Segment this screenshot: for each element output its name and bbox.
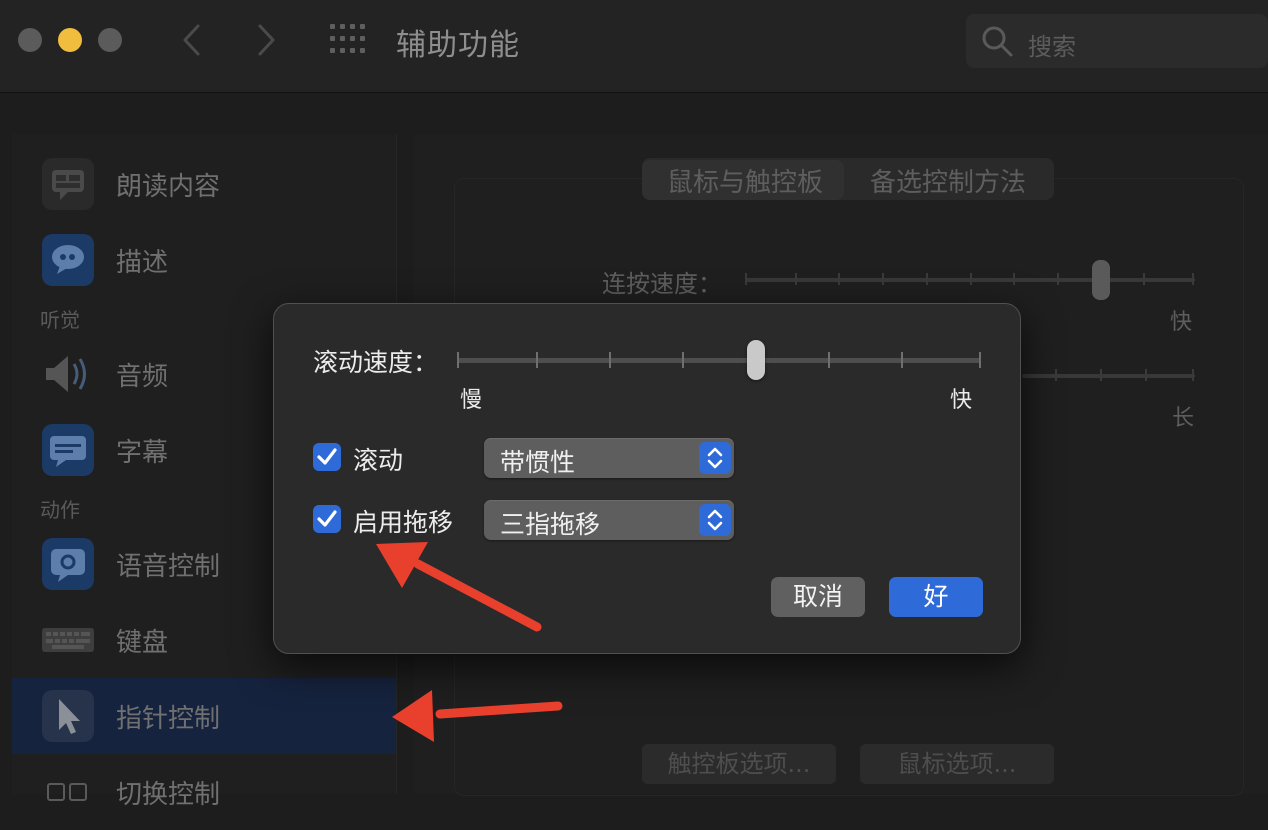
scroll-mode-popup[interactable]: 带惯性 [484, 438, 734, 478]
quote-bubble-icon [42, 234, 94, 286]
enable-dragging-checkbox[interactable] [313, 505, 341, 533]
up-down-chevron-icon [707, 509, 723, 531]
slider-tick [926, 273, 928, 285]
sidebar-item-label: 指针控制 [116, 704, 221, 734]
long-label: 长 [1172, 406, 1195, 431]
speaker-icon [46, 356, 86, 392]
voice-control-icon [42, 538, 94, 590]
slider-tick [1100, 369, 1102, 381]
sidebar-item-label: 朗读内容 [116, 172, 221, 202]
sidebar-item-spoken-content[interactable]: 朗读内容 [12, 146, 396, 222]
slider-tick [970, 273, 972, 285]
title-bar: 辅助功能 搜索 [0, 0, 1268, 93]
close-window-button[interactable] [18, 28, 42, 52]
slider-tick [1013, 273, 1015, 285]
sidebar-item-label: 字幕 [116, 438, 169, 468]
window-title: 辅助功能 [396, 28, 520, 63]
zoom-window-button[interactable] [98, 28, 122, 52]
slider-tick [1143, 273, 1145, 285]
slider-tick [745, 273, 747, 285]
slider-tick [795, 273, 797, 285]
keyboard-icon [42, 628, 94, 652]
scroll-speed-knob[interactable] [747, 340, 765, 380]
scroll-checkbox[interactable] [313, 443, 341, 471]
section-header-motor: 动作 [40, 498, 80, 522]
sidebar-item-label: 描述 [116, 248, 169, 278]
search-icon [982, 26, 1013, 57]
sidebar-item-label: 切换控制 [116, 780, 221, 810]
trackpad-options-button[interactable]: 触控板选项... [642, 744, 836, 784]
speech-bubble-icon [42, 158, 94, 210]
double-click-speed-label: 连按速度： [602, 270, 722, 298]
slider-tick [536, 352, 538, 368]
slider-tick [1192, 369, 1194, 381]
sidebar-item-label: 键盘 [116, 628, 169, 658]
slider-tick [901, 352, 903, 368]
slider-tick [882, 273, 884, 285]
show-all-grid-icon[interactable] [330, 24, 366, 56]
popup-arrows [699, 504, 731, 536]
sidebar-item-switch-control[interactable]: 切换控制 [12, 754, 396, 830]
back-button[interactable] [172, 20, 212, 60]
checkmark-icon [317, 510, 337, 527]
forward-button[interactable] [246, 20, 286, 60]
slider-tick [979, 352, 981, 368]
up-down-chevron-icon [707, 447, 723, 469]
section-header-hearing: 听觉 [40, 308, 80, 332]
double-click-speed-knob[interactable] [1092, 260, 1110, 300]
spring-loading-delay-slider[interactable] [1022, 374, 1195, 378]
ok-button[interactable]: 好 [889, 577, 983, 617]
scroll-checkbox-label: 滚动 [353, 446, 404, 475]
drag-mode-popup[interactable]: 三指拖移 [484, 500, 734, 540]
minimize-window-button[interactable] [58, 28, 82, 52]
sidebar-item-label: 音频 [116, 362, 169, 392]
drag-mode-value: 三指拖移 [500, 510, 601, 539]
popup-arrows [699, 442, 731, 474]
enable-dragging-label: 启用拖移 [353, 508, 454, 537]
cancel-button[interactable]: 取消 [771, 577, 865, 617]
switch-control-icon [47, 783, 87, 801]
slider-tick [609, 352, 611, 368]
fast-label: 快 [1170, 310, 1193, 335]
scroll-speed-label: 滚动速度： [313, 348, 439, 377]
tab-mouse-trackpad[interactable]: 鼠标与触控板 [667, 162, 823, 199]
slider-tick [457, 352, 459, 368]
scroll-speed-fast-label: 快 [950, 388, 973, 413]
chevron-right-icon [258, 24, 275, 56]
trackpad-options-dialog: 滚动速度： 慢 快 滚动 带惯性 启用拖移 三指拖移 取消 好 [273, 303, 1021, 654]
scroll-mode-value: 带惯性 [500, 448, 576, 477]
slider-tick [1055, 369, 1057, 381]
chevron-left-icon [183, 24, 200, 56]
slider-tick [1192, 273, 1194, 285]
slider-tick [1057, 273, 1059, 285]
search-placeholder: 搜索 [1028, 33, 1076, 61]
slider-tick [1145, 369, 1147, 381]
slider-tick [682, 352, 684, 368]
sidebar-item-descriptions[interactable]: 描述 [12, 222, 396, 298]
tab-alternate-control-methods[interactable]: 备选控制方法 [870, 162, 1026, 199]
checkmark-icon [317, 448, 337, 465]
slider-tick [828, 352, 830, 368]
pointer-icon [42, 690, 94, 742]
sidebar-item-pointer-control[interactable]: 指针控制 [12, 678, 396, 754]
scroll-speed-slow-label: 慢 [460, 388, 483, 413]
slider-tick [838, 273, 840, 285]
mouse-options-button[interactable]: 鼠标选项... [860, 744, 1054, 784]
search-field[interactable]: 搜索 [966, 14, 1268, 68]
sidebar-item-label: 语音控制 [116, 552, 221, 582]
captions-icon [42, 424, 94, 476]
